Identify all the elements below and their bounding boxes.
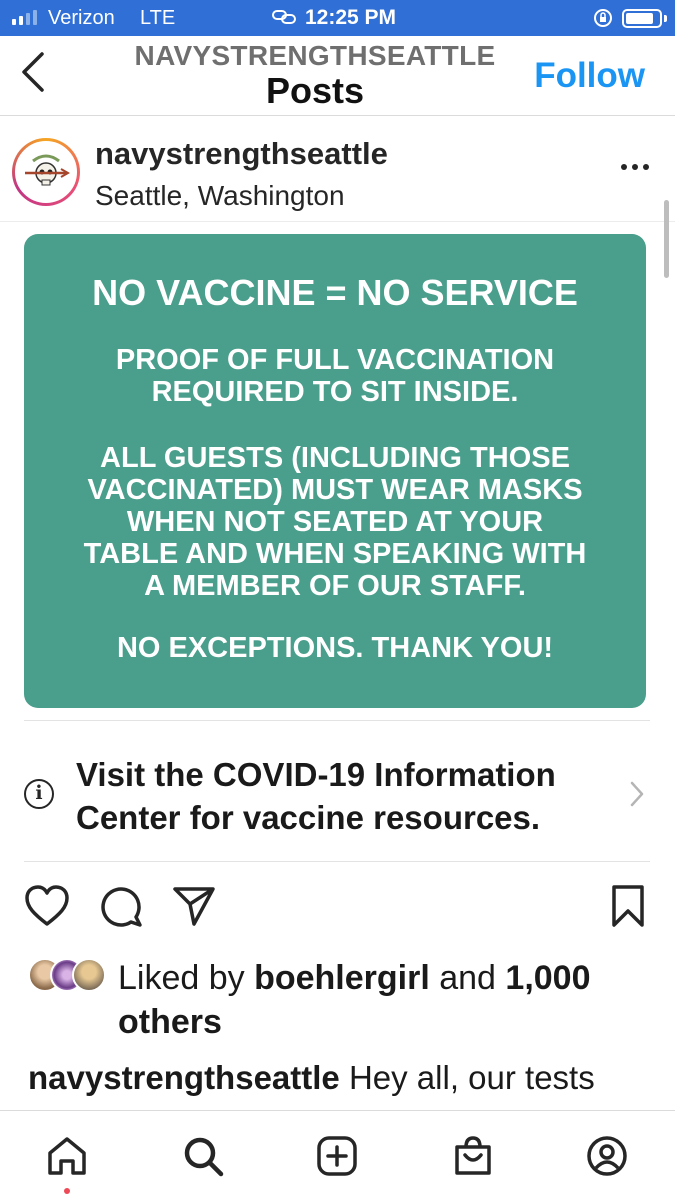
bottom-tab-bar: [0, 1110, 675, 1200]
sign-paragraph-3: NO EXCEPTIONS. THANK YOU!: [116, 632, 554, 664]
sign-paragraph-1: PROOF OF FULL VACCINATION REQUIRED TO SI…: [24, 344, 646, 408]
avatar: [72, 958, 106, 992]
covid-info-banner[interactable]: i Visit the COVID-19 Information Center …: [24, 720, 650, 862]
link-icon: [272, 9, 296, 30]
more-options-icon[interactable]: [621, 164, 649, 170]
sign-line: WHEN NOT SEATED AT YOUR: [126, 506, 544, 538]
sign-line: VACCINATED) MUST WEAR MASKS: [87, 474, 583, 506]
nav-header: NAVYSTRENGTHSEATTLE Posts Follow: [0, 36, 675, 116]
avatar[interactable]: [12, 138, 80, 206]
scrollbar[interactable]: [664, 200, 669, 278]
covid-info-text: Visit the COVID-19 Information Center fo…: [76, 756, 556, 836]
info-icon: i: [24, 779, 54, 809]
sign-line: TABLE AND WHEN SPEAKING WITH: [83, 538, 587, 570]
liker-username[interactable]: boehlergirl: [254, 959, 430, 997]
home-icon[interactable]: [46, 1135, 88, 1177]
likes-others[interactable]: others: [118, 1003, 222, 1041]
post-header: navystrengthseattle Seattle, Washington: [0, 118, 675, 222]
caption-username[interactable]: navystrengthseattle: [28, 1059, 340, 1096]
post-username[interactable]: navystrengthseattle: [95, 136, 388, 172]
status-bar: Verizon LTE 12:25 PM: [0, 0, 675, 36]
likes-middle: and: [429, 959, 506, 997]
post-caption: navystrengthseattle Hey all, our tests: [28, 1056, 658, 1108]
skull-logo-icon: [15, 141, 77, 203]
carrier-label: Verizon: [48, 7, 115, 29]
sign-headline: NO VACCINE = NO SERVICE: [92, 272, 578, 313]
new-post-icon[interactable]: [316, 1135, 358, 1177]
rotation-lock-icon: [593, 8, 613, 33]
signal-icon: [12, 10, 37, 25]
sign-line: PROOF OF FULL VACCINATION: [115, 344, 555, 376]
liker-avatars[interactable]: [28, 958, 108, 992]
bookmark-icon[interactable]: [610, 884, 646, 928]
sign-line: A MEMBER OF OUR STAFF.: [144, 570, 526, 602]
comment-icon[interactable]: [100, 884, 144, 928]
battery-icon: [622, 9, 662, 28]
clock: 12:25 PM: [305, 6, 397, 29]
sign-paragraph-2: ALL GUESTS (INCLUDING THOSE VACCINATED) …: [24, 442, 646, 602]
sign-line: REQUIRED TO SIT INSIDE.: [151, 376, 519, 408]
heart-icon[interactable]: [24, 884, 70, 928]
shop-icon[interactable]: [452, 1135, 494, 1177]
likes-count[interactable]: 1,000: [505, 959, 590, 997]
profile-icon[interactable]: [586, 1135, 628, 1177]
chevron-right-icon: [630, 781, 644, 807]
notification-dot: [64, 1188, 70, 1194]
share-icon[interactable]: [172, 884, 216, 928]
search-icon[interactable]: [182, 1135, 224, 1177]
likes-prefix: Liked by: [118, 959, 255, 997]
caption-text: Hey all, our tests: [339, 1059, 595, 1096]
sign-line: ALL GUESTS (INCLUDING THOSE: [100, 442, 570, 474]
likes-text[interactable]: Liked by boehlergirl and 1,000 others: [118, 956, 638, 1044]
post-actions: [0, 878, 675, 940]
post-location[interactable]: Seattle, Washington: [95, 180, 345, 212]
network-label: LTE: [140, 7, 176, 29]
follow-button[interactable]: Follow: [534, 56, 645, 96]
